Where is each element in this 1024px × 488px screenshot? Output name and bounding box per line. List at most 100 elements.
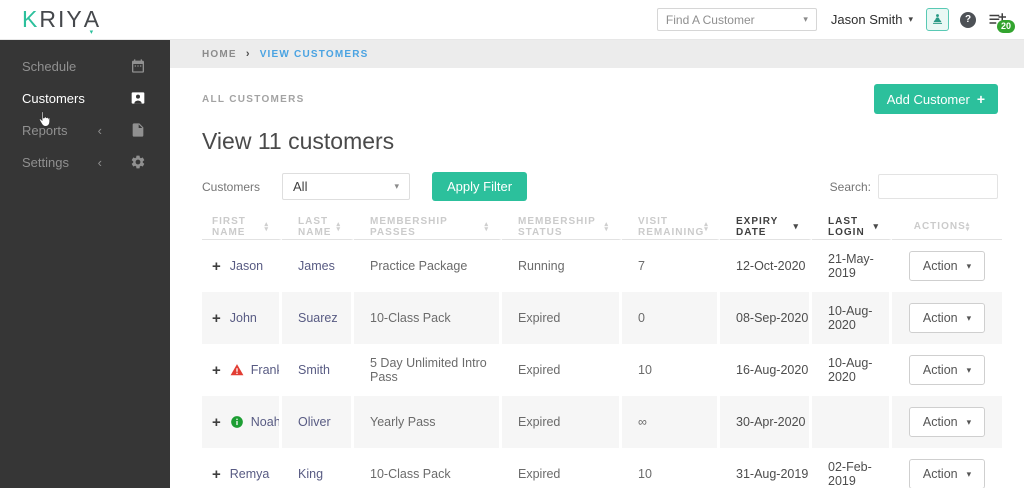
sort-updown-icon[interactable]: ▴ ▾ <box>604 221 609 233</box>
sidebar-item-settings[interactable]: Settings ‹ <box>0 146 170 178</box>
cell-membership-status: Expired <box>502 448 622 488</box>
cell-first-name: + John <box>202 292 282 344</box>
cell-membership-status: Expired <box>502 292 622 344</box>
customers-icon <box>130 90 146 106</box>
cell-membership-status: Expired <box>502 396 622 448</box>
last-name-link[interactable]: Suarez <box>298 311 338 325</box>
notification-badge: 20 <box>996 19 1015 33</box>
sort-updown-icon[interactable]: ▴ ▾ <box>966 221 971 233</box>
last-name-link[interactable]: Smith <box>298 363 330 377</box>
search-label: Search: <box>829 179 871 194</box>
breadcrumb-current[interactable]: VIEW CUSTOMERS <box>260 49 369 60</box>
action-button[interactable]: Action ▾ <box>908 303 986 333</box>
logo-accent-triangle-icon: ▾ <box>89 29 96 36</box>
column-header-first[interactable]: FIRST NAME ▴ ▾ <box>202 214 282 240</box>
action-button[interactable]: Action ▾ <box>908 459 986 488</box>
apply-filter-button[interactable]: Apply Filter <box>432 172 528 201</box>
sidebar-item-reports[interactable]: Reports ‹ <box>0 114 170 146</box>
add-customer-label: Add Customer <box>886 91 970 107</box>
sort-updown-icon[interactable]: ▴ ▾ <box>484 221 489 233</box>
column-header-label: FIRST NAME <box>212 215 246 238</box>
brand-logo[interactable]: K RIY A ▾ <box>22 6 101 36</box>
action-button[interactable]: Action ▾ <box>908 407 986 437</box>
search-group: Search: <box>830 174 998 199</box>
sort-updown-icon[interactable]: ▴ ▾ <box>336 221 341 233</box>
chevron-down-icon: ▾ <box>966 416 972 427</box>
sort-desc-icon[interactable]: ▾ <box>873 221 879 232</box>
column-header-last[interactable]: LAST NAME ▴ ▾ <box>282 214 354 240</box>
expand-row-icon[interactable]: + <box>212 467 221 482</box>
chevron-down-icon: ▾ <box>966 364 972 375</box>
column-header-expiry[interactable]: EXPIRY DATE ▾ <box>720 214 812 240</box>
breadcrumb-home-link[interactable]: HOME <box>202 49 237 60</box>
column-header-passes[interactable]: MEMBERSHIP PASSES ▴ ▾ <box>354 214 502 240</box>
first-name-link[interactable]: Frank <box>251 363 279 377</box>
cell-last-login <box>812 396 892 448</box>
search-input[interactable] <box>878 174 998 199</box>
last-name-link[interactable]: James <box>298 259 335 273</box>
cell-actions: Action ▾ <box>892 240 1002 292</box>
column-header-visits[interactable]: VISIT REMAINING ▴ ▾ <box>622 214 720 240</box>
cell-last-name: James <box>282 240 354 292</box>
first-name-link[interactable]: Remya <box>230 467 270 481</box>
action-button[interactable]: Action ▾ <box>908 355 986 385</box>
column-header-label: LAST LOGIN <box>828 215 865 238</box>
cell-expiry-date: 31-Aug-2019 <box>720 448 812 488</box>
add-customer-button[interactable]: Add Customer + <box>873 84 998 114</box>
find-customer-placeholder: Find A Customer <box>665 12 755 27</box>
user-menu[interactable]: Jason Smith ▾ <box>831 12 913 27</box>
sidebar-item-label: Schedule <box>22 58 77 74</box>
table-row: + Noah Oliver Yearly Pass Expired ∞ 30-Apr-202… <box>202 396 1002 448</box>
cell-actions: Action ▾ <box>892 344 1002 396</box>
expand-row-icon[interactable]: + <box>212 415 221 430</box>
find-customer-select[interactable]: Find A Customer ▾ <box>656 8 817 31</box>
logo-letter: K <box>22 6 40 32</box>
sidebar-item-customers[interactable]: Customers <box>0 82 170 114</box>
column-header-status[interactable]: MEMBERSHIP STATUS ▴ ▾ <box>502 214 622 240</box>
warning-icon <box>230 363 244 377</box>
cell-visit-remaining: 0 <box>622 292 720 344</box>
cell-last-name: Smith <box>282 344 354 396</box>
notifications-button[interactable]: 20 <box>988 12 1015 33</box>
expand-row-icon[interactable]: + <box>212 311 221 326</box>
chevron-left-icon: ‹ <box>97 122 102 138</box>
sort-updown-icon[interactable]: ▴ ▾ <box>264 221 269 233</box>
plus-icon: + <box>976 91 985 107</box>
action-button-label: Action <box>922 311 958 325</box>
sort-desc-icon[interactable]: ▾ <box>793 221 799 232</box>
sort-updown-icon[interactable]: ▴ ▾ <box>704 221 709 233</box>
action-button-label: Action <box>922 415 958 429</box>
topbar-right: Find A Customer ▾ Jason Smith ▾ ? 20 <box>656 8 1024 33</box>
action-button[interactable]: Action ▾ <box>908 251 986 281</box>
chevron-down-icon: ▾ <box>908 14 913 24</box>
customers-filter-select[interactable]: All ▾ <box>282 173 411 200</box>
column-header-label: ACTIONS <box>913 221 966 232</box>
cell-expiry-date: 30-Apr-2020 <box>720 396 812 448</box>
first-name-link[interactable]: Jason <box>230 259 263 273</box>
meditation-icon[interactable] <box>926 8 949 31</box>
column-header-label: LAST NAME <box>298 215 332 238</box>
cell-last-name: Oliver <box>282 396 354 448</box>
last-name-link[interactable]: Oliver <box>298 415 331 429</box>
column-header-actions[interactable]: ACTIONS ▴ ▾ <box>892 214 1002 240</box>
cell-visit-remaining: 10 <box>622 344 720 396</box>
main-content: HOME › VIEW CUSTOMERS ALL CUSTOMERS Add … <box>170 40 1024 488</box>
last-name-link[interactable]: King <box>298 467 323 481</box>
cell-visit-remaining: ∞ <box>622 396 720 448</box>
cell-first-name: + Noah <box>202 396 282 448</box>
first-name-link[interactable]: Noah <box>251 415 279 429</box>
chevron-down-icon: ▾ <box>966 312 972 323</box>
cell-membership-status: Expired <box>502 344 622 396</box>
cell-first-name: + Jason <box>202 240 282 292</box>
cell-last-name: King <box>282 448 354 488</box>
expand-row-icon[interactable]: + <box>212 259 221 274</box>
sidebar-item-schedule[interactable]: Schedule <box>0 50 170 82</box>
chevron-down-icon: ▾ <box>803 14 808 24</box>
help-icon[interactable]: ? <box>960 11 976 28</box>
section-label: ALL CUSTOMERS <box>202 93 305 105</box>
column-header-login[interactable]: LAST LOGIN ▾ <box>812 214 892 240</box>
table-row: + John Suarez 10-Class Pack Expired 0 08-Sep-2… <box>202 292 1002 344</box>
column-header-label: MEMBERSHIP PASSES <box>370 215 448 238</box>
first-name-link[interactable]: John <box>230 311 257 325</box>
expand-row-icon[interactable]: + <box>212 363 221 378</box>
